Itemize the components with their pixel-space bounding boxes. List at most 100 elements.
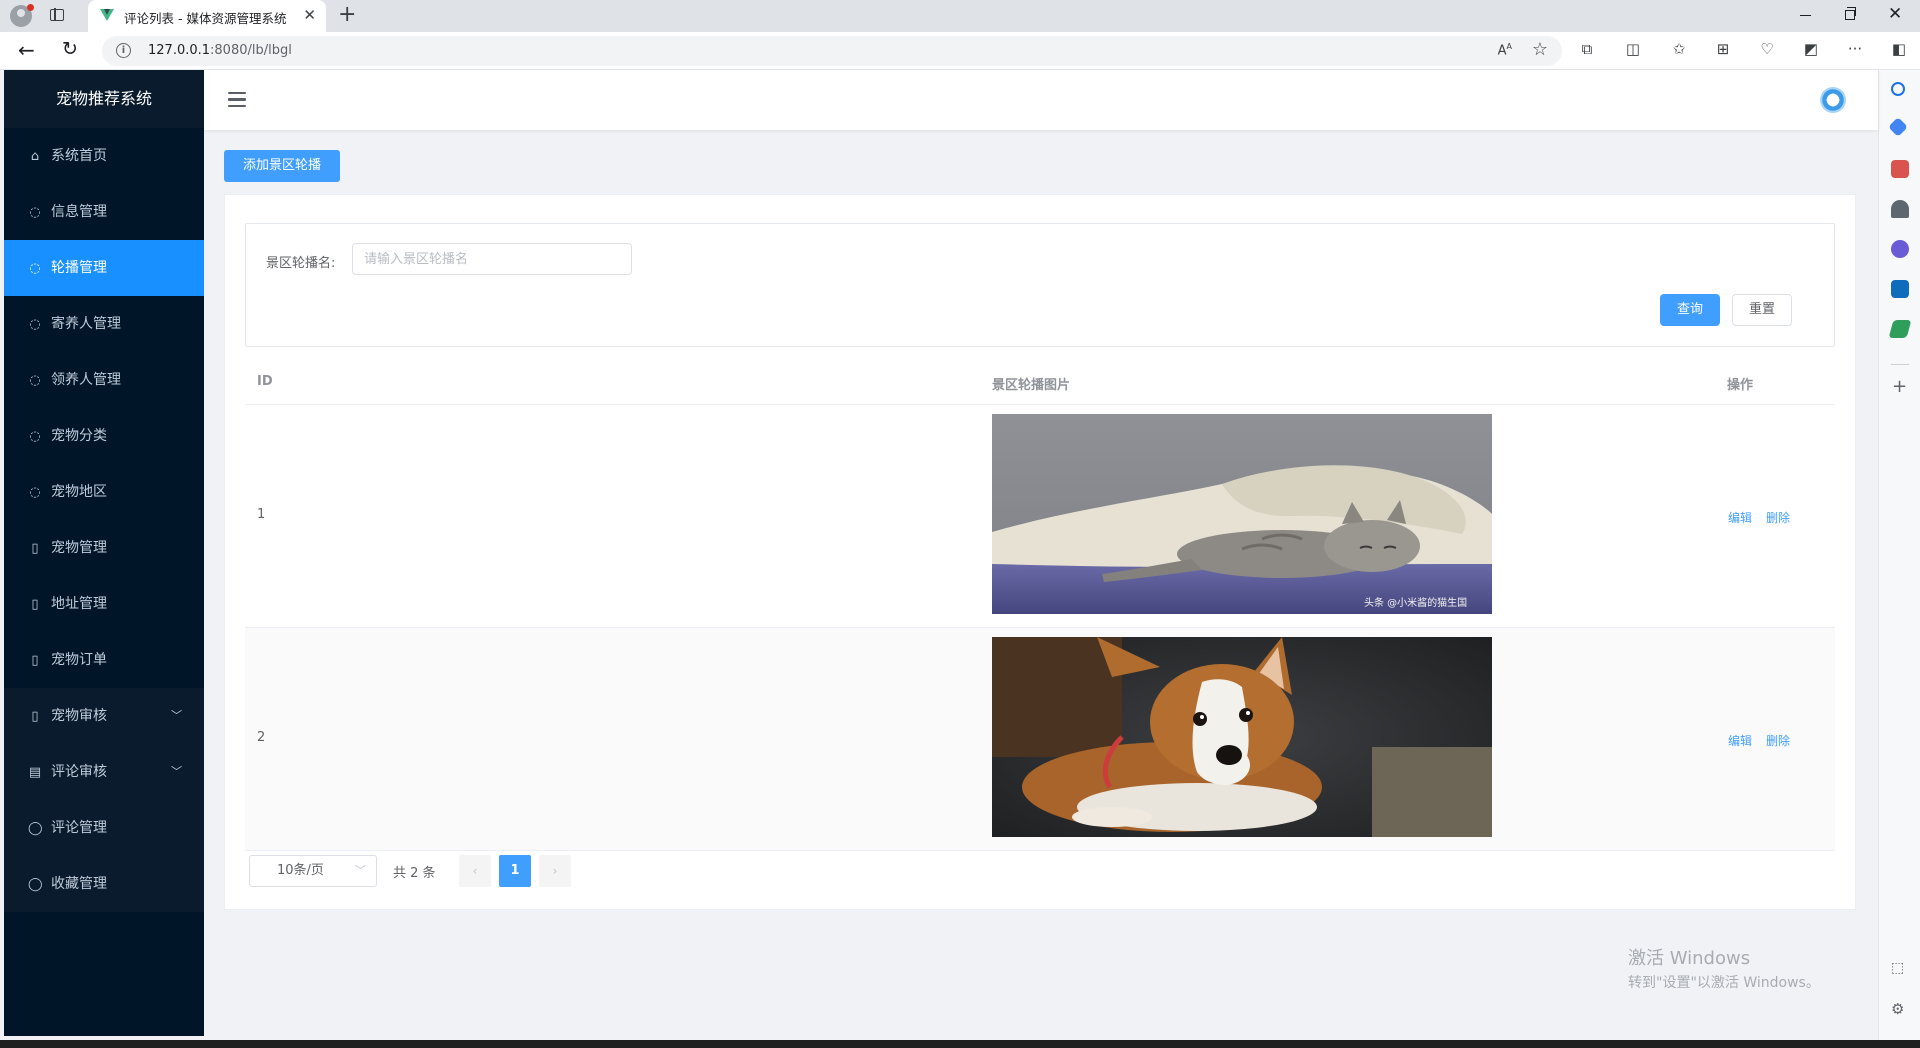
sidebar-item-fosterer[interactable]: ◌ 寄养人管理 bbox=[4, 296, 204, 352]
extensions-icon[interactable]: ⧉ bbox=[1578, 40, 1596, 58]
restore-icon[interactable] bbox=[1845, 7, 1856, 20]
add-carousel-button[interactable]: 添加景区轮播 bbox=[224, 150, 340, 182]
office-icon[interactable] bbox=[1891, 240, 1909, 258]
shopping-tag-icon[interactable] bbox=[1888, 117, 1908, 137]
hamburger-menu-icon[interactable] bbox=[228, 92, 246, 108]
tab-actions-icon[interactable] bbox=[50, 8, 64, 21]
sidebar-item-adopter[interactable]: ◌ 领养人管理 bbox=[4, 352, 204, 408]
minimize-icon[interactable] bbox=[1800, 15, 1811, 17]
sidebar-item-label: 系统首页 bbox=[51, 148, 107, 164]
sleeping-cat-photo: 头条 @小米酱的猫生国 bbox=[992, 414, 1492, 614]
split-screen-icon[interactable]: ◫ bbox=[1624, 40, 1642, 58]
next-page-button[interactable]: › bbox=[539, 855, 571, 887]
search-input[interactable] bbox=[352, 243, 632, 275]
delete-link[interactable]: 删除 bbox=[1766, 511, 1790, 525]
page-number-button[interactable]: 1 bbox=[499, 855, 531, 887]
watermark-line-1: 激活 Windows bbox=[1628, 948, 1751, 969]
tab-title: 评论列表 - 媒体资源管理系统 bbox=[124, 11, 287, 26]
sidebar-item-comments[interactable]: ◯ 评论管理 bbox=[4, 800, 204, 856]
column-header-image: 景区轮播图片 bbox=[992, 378, 1071, 393]
table-row: 1 头条 @小米酱的猫生国 编辑 删除 bbox=[245, 405, 1835, 628]
page-size-select[interactable]: 10条/页 ﹀ bbox=[249, 855, 377, 887]
search-icon[interactable] bbox=[1891, 82, 1905, 96]
read-aloud-icon[interactable]: AA bbox=[1498, 42, 1512, 58]
add-panel-icon[interactable]: + bbox=[1892, 376, 1907, 397]
edge-sidebar: + ⬚ ⚙ bbox=[1878, 70, 1920, 1042]
browser-tab[interactable]: 评论列表 - 媒体资源管理系统 ✕ bbox=[88, 0, 326, 32]
divider bbox=[1891, 364, 1909, 365]
sidebar-item-label: 评论管理 bbox=[51, 820, 107, 836]
sidebar-item-favorites[interactable]: ◯ 收藏管理 bbox=[4, 856, 204, 912]
delete-link[interactable]: 删除 bbox=[1766, 734, 1790, 748]
sidebar-item-pet-category[interactable]: ◌ 宠物分类 bbox=[4, 408, 204, 464]
browser-essentials-icon[interactable]: ♡ bbox=[1758, 40, 1776, 58]
user-icon: ◌ bbox=[29, 373, 41, 388]
send-icon[interactable] bbox=[1888, 320, 1912, 338]
close-tab-icon[interactable]: ✕ bbox=[303, 6, 316, 24]
windows-activation-watermark: 激活 Windows 转到"设置"以激活 Windows。 bbox=[1628, 944, 1820, 992]
sidebar-item-pet-region[interactable]: ◌ 宠物地区 bbox=[4, 464, 204, 520]
sidebar-item-orders[interactable]: ▯ 宠物订单 bbox=[4, 632, 204, 688]
sidebar-item-pet-manage[interactable]: ▯ 宠物管理 bbox=[4, 520, 204, 576]
sidebar-item-home[interactable]: ⌂ 系统首页 bbox=[4, 128, 204, 184]
copilot-icon[interactable]: ◩ bbox=[1802, 40, 1820, 58]
outlook-icon[interactable] bbox=[1891, 280, 1909, 298]
reset-button[interactable]: 重置 bbox=[1732, 294, 1792, 326]
favorite-star-icon[interactable]: ☆ bbox=[1532, 39, 1548, 60]
sidebar-item-info[interactable]: ◌ 信息管理 bbox=[4, 184, 204, 240]
more-menu-icon[interactable]: ··· bbox=[1846, 40, 1864, 58]
sidebar-item-comment-review[interactable]: ▤ 评论审核 ﹀ bbox=[4, 744, 204, 800]
profile-icon[interactable] bbox=[10, 4, 34, 27]
chevron-down-icon: ﹀ bbox=[171, 709, 182, 722]
query-button[interactable]: 查询 bbox=[1660, 294, 1720, 326]
new-tab-icon[interactable]: + bbox=[338, 3, 356, 27]
os-taskbar bbox=[0, 1040, 1920, 1048]
app-title: 宠物推荐系统 bbox=[4, 70, 204, 128]
table-header: ID 景区轮播图片 操作 bbox=[245, 357, 1835, 405]
search-label: 景区轮播名: bbox=[266, 256, 336, 271]
chat-icon: ◯ bbox=[28, 877, 43, 892]
column-header-id: ID bbox=[257, 374, 273, 389]
user-icon: ◌ bbox=[29, 317, 41, 332]
edit-link[interactable]: 编辑 bbox=[1728, 511, 1752, 525]
document-icon: ▤ bbox=[28, 765, 42, 780]
reload-icon[interactable]: ↻ bbox=[62, 38, 78, 60]
url-text[interactable]: 127.0.0.1:8080/lb/lbgl bbox=[148, 43, 292, 58]
window-close-icon[interactable]: ✕ bbox=[1888, 4, 1902, 24]
sidebar-item-carousel[interactable]: ◌ 轮播管理 bbox=[4, 240, 204, 296]
url-bar[interactable]: i 127.0.0.1:8080/lb/lbgl AA ☆ bbox=[102, 36, 1562, 66]
site-info-icon[interactable]: i bbox=[116, 43, 131, 58]
sidebar-item-label: 信息管理 bbox=[51, 204, 107, 220]
row-actions: 编辑 删除 bbox=[1728, 509, 1804, 526]
games-icon[interactable] bbox=[1891, 200, 1909, 218]
avatar[interactable] bbox=[1820, 87, 1846, 113]
sidebar-item-label: 地址管理 bbox=[51, 596, 107, 612]
prev-page-button[interactable]: ‹ bbox=[459, 855, 491, 887]
chat-icon: ◯ bbox=[28, 821, 43, 836]
sidebar-toggle-icon[interactable]: ◧ bbox=[1890, 40, 1908, 58]
photo-watermark: 头条 @小米酱的猫生国 bbox=[1364, 596, 1467, 609]
sidebar-item-address[interactable]: ▯ 地址管理 bbox=[4, 576, 204, 632]
notebook-icon: ▯ bbox=[31, 653, 39, 668]
favorites-icon[interactable]: ✩ bbox=[1670, 40, 1688, 58]
list-card: 景区轮播名: 查询 重置 ID 景区轮播图片 操作 1 bbox=[224, 194, 1856, 910]
edit-link[interactable]: 编辑 bbox=[1728, 734, 1752, 748]
carousel-table: ID 景区轮播图片 操作 1 头条 @小米酱的猫生国 编辑 删除 2 编辑 删除 bbox=[245, 357, 1835, 851]
back-icon[interactable]: ← bbox=[18, 38, 35, 62]
collections-icon[interactable]: ⊞ bbox=[1714, 40, 1732, 58]
browser-tabbar: 评论列表 - 媒体资源管理系统 ✕ + ✕ bbox=[0, 0, 1920, 32]
app-root: 宠物推荐系统 ⌂ 系统首页 ◌ 信息管理 ◌ 轮播管理 ◌ 寄养人管理 ◌ 领养人管理 ◌… bbox=[4, 70, 1878, 1036]
chevron-down-icon: ﹀ bbox=[171, 765, 182, 778]
sidebar-item-label: 宠物分类 bbox=[51, 428, 107, 444]
home-icon: ⌂ bbox=[30, 149, 40, 164]
user-icon: ◌ bbox=[29, 261, 41, 276]
toolbox-icon[interactable] bbox=[1891, 160, 1909, 178]
top-header bbox=[204, 70, 1878, 130]
sidebar-item-label: 宠物审核 bbox=[51, 708, 107, 724]
notebook-icon: ▯ bbox=[31, 597, 39, 612]
main-content: 添加景区轮播 景区轮播名: 查询 重置 ID 景区轮播图片 操作 1 bbox=[204, 130, 1878, 1036]
screenshot-icon[interactable]: ⬚ bbox=[1891, 960, 1904, 976]
settings-gear-icon[interactable]: ⚙ bbox=[1891, 1000, 1904, 1018]
sidebar-item-label: 宠物管理 bbox=[51, 540, 107, 556]
sidebar-item-pet-review[interactable]: ▯ 宠物审核 ﹀ bbox=[4, 688, 204, 744]
